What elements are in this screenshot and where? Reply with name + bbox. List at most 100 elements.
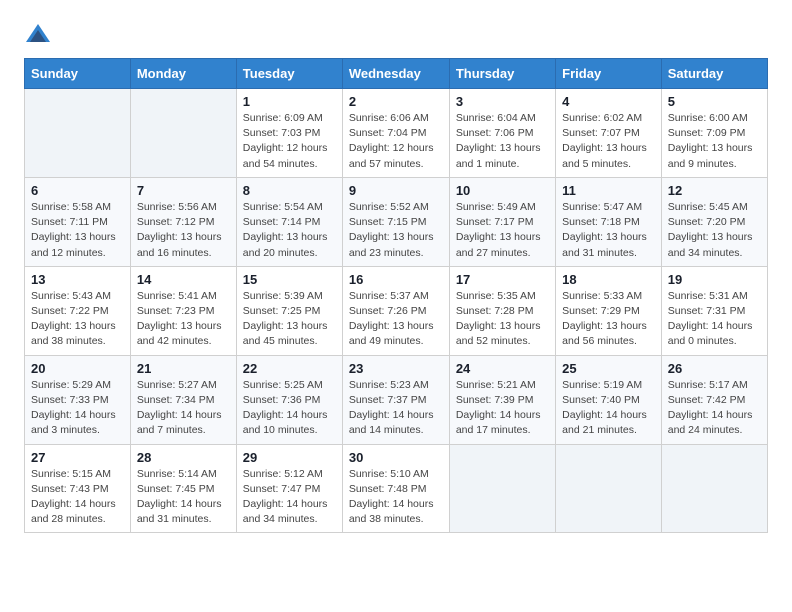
day-number: 14: [137, 272, 230, 287]
logo: [24, 20, 56, 48]
weekday-header: Thursday: [449, 59, 555, 89]
header: [24, 20, 768, 48]
day-info: Sunrise: 6:06 AM Sunset: 7:04 PM Dayligh…: [349, 111, 443, 172]
day-number: 1: [243, 94, 336, 109]
calendar-week-row: 6 Sunrise: 5:58 AM Sunset: 7:11 PM Daylig…: [25, 177, 768, 266]
calendar-cell: 14 Sunrise: 5:41 AM Sunset: 7:23 PM Dayli…: [130, 266, 236, 355]
calendar-cell: 17Sunrise: 5:35 AM Sunset: 7:28 PM Dayli…: [449, 266, 555, 355]
day-info: Sunrise: 5:49 AM Sunset: 7:17 PM Dayligh…: [456, 200, 549, 261]
calendar-cell: 5 Sunrise: 6:00 AM Sunset: 7:09 PM Daylig…: [661, 89, 767, 178]
day-number: 26: [668, 361, 761, 376]
day-number: 16: [349, 272, 443, 287]
calendar-cell: 10 Sunrise: 5:49 AM Sunset: 7:17 PM Dayli…: [449, 177, 555, 266]
calendar-cell: 23Sunrise: 5:23 AM Sunset: 7:37 PM Dayli…: [342, 355, 449, 444]
calendar-cell: 26 Sunrise: 5:17 AM Sunset: 7:42 PM Dayli…: [661, 355, 767, 444]
day-number: 13: [31, 272, 124, 287]
weekday-header: Sunday: [25, 59, 131, 89]
calendar-cell: 30 Sunrise: 5:10 AM Sunset: 7:48 PM Dayli…: [342, 444, 449, 533]
weekday-header: Saturday: [661, 59, 767, 89]
day-info: Sunrise: 5:19 AM Sunset: 7:40 PM Dayligh…: [562, 378, 655, 439]
day-info: Sunrise: 5:37 AM Sunset: 7:26 PM Dayligh…: [349, 289, 443, 350]
calendar-cell: 19 Sunrise: 5:31 AM Sunset: 7:31 PM Dayli…: [661, 266, 767, 355]
day-info: Sunrise: 5:31 AM Sunset: 7:31 PM Dayligh…: [668, 289, 761, 350]
calendar-cell: 15 Sunrise: 5:39 AM Sunset: 7:25 PM Dayli…: [236, 266, 342, 355]
day-info: Sunrise: 5:54 AM Sunset: 7:14 PM Dayligh…: [243, 200, 336, 261]
weekday-header: Friday: [556, 59, 662, 89]
calendar-cell: [661, 444, 767, 533]
day-number: 27: [31, 450, 124, 465]
day-number: 19: [668, 272, 761, 287]
day-number: 7: [137, 183, 230, 198]
calendar-header: SundayMondayTuesdayWednesdayThursdayFrid…: [25, 59, 768, 89]
calendar-cell: [449, 444, 555, 533]
day-number: 10: [456, 183, 549, 198]
day-info: Sunrise: 5:15 AM Sunset: 7:43 PM Dayligh…: [31, 467, 124, 528]
day-info: Sunrise: 5:33 AM Sunset: 7:29 PM Dayligh…: [562, 289, 655, 350]
calendar-cell: 2 Sunrise: 6:06 AM Sunset: 7:04 PM Daylig…: [342, 89, 449, 178]
day-info: Sunrise: 5:56 AM Sunset: 7:12 PM Dayligh…: [137, 200, 230, 261]
day-number: 22: [243, 361, 336, 376]
day-number: 28: [137, 450, 230, 465]
calendar-cell: [556, 444, 662, 533]
day-info: Sunrise: 6:04 AM Sunset: 7:06 PM Dayligh…: [456, 111, 549, 172]
calendar-cell: 29 Sunrise: 5:12 AM Sunset: 7:47 PM Dayli…: [236, 444, 342, 533]
day-info: Sunrise: 5:10 AM Sunset: 7:48 PM Dayligh…: [349, 467, 443, 528]
calendar-cell: 7 Sunrise: 5:56 AM Sunset: 7:12 PM Daylig…: [130, 177, 236, 266]
day-number: 30: [349, 450, 443, 465]
calendar-cell: 16 Sunrise: 5:37 AM Sunset: 7:26 PM Dayli…: [342, 266, 449, 355]
day-number: 4: [562, 94, 655, 109]
day-info: Sunrise: 5:14 AM Sunset: 7:45 PM Dayligh…: [137, 467, 230, 528]
day-info: Sunrise: 5:41 AM Sunset: 7:23 PM Dayligh…: [137, 289, 230, 350]
calendar: SundayMondayTuesdayWednesdayThursdayFrid…: [24, 58, 768, 533]
day-info: Sunrise: 5:45 AM Sunset: 7:20 PM Dayligh…: [668, 200, 761, 261]
day-info: Sunrise: 6:00 AM Sunset: 7:09 PM Dayligh…: [668, 111, 761, 172]
calendar-cell: 25 Sunrise: 5:19 AM Sunset: 7:40 PM Dayli…: [556, 355, 662, 444]
calendar-cell: 1 Sunrise: 6:09 AM Sunset: 7:03 PM Daylig…: [236, 89, 342, 178]
day-number: 9: [349, 183, 443, 198]
calendar-week-row: 1 Sunrise: 6:09 AM Sunset: 7:03 PM Daylig…: [25, 89, 768, 178]
calendar-cell: 4 Sunrise: 6:02 AM Sunset: 7:07 PM Daylig…: [556, 89, 662, 178]
day-info: Sunrise: 5:17 AM Sunset: 7:42 PM Dayligh…: [668, 378, 761, 439]
day-number: 15: [243, 272, 336, 287]
calendar-cell: 8 Sunrise: 5:54 AM Sunset: 7:14 PM Daylig…: [236, 177, 342, 266]
day-info: Sunrise: 5:39 AM Sunset: 7:25 PM Dayligh…: [243, 289, 336, 350]
day-info: Sunrise: 5:12 AM Sunset: 7:47 PM Dayligh…: [243, 467, 336, 528]
calendar-cell: [130, 89, 236, 178]
day-number: 21: [137, 361, 230, 376]
calendar-cell: 11 Sunrise: 5:47 AM Sunset: 7:18 PM Dayli…: [556, 177, 662, 266]
calendar-cell: 21Sunrise: 5:27 AM Sunset: 7:34 PM Dayli…: [130, 355, 236, 444]
day-number: 6: [31, 183, 124, 198]
calendar-week-row: 13Sunrise: 5:43 AM Sunset: 7:22 PM Dayli…: [25, 266, 768, 355]
calendar-cell: 22 Sunrise: 5:25 AM Sunset: 7:36 PM Dayli…: [236, 355, 342, 444]
day-number: 20: [31, 361, 124, 376]
day-info: Sunrise: 5:29 AM Sunset: 7:33 PM Dayligh…: [31, 378, 124, 439]
calendar-cell: 12 Sunrise: 5:45 AM Sunset: 7:20 PM Dayli…: [661, 177, 767, 266]
day-number: 25: [562, 361, 655, 376]
calendar-week-row: 20 Sunrise: 5:29 AM Sunset: 7:33 PM Dayli…: [25, 355, 768, 444]
day-number: 5: [668, 94, 761, 109]
day-number: 2: [349, 94, 443, 109]
logo-icon: [24, 20, 52, 48]
calendar-cell: 9Sunrise: 5:52 AM Sunset: 7:15 PM Daylig…: [342, 177, 449, 266]
calendar-cell: 28 Sunrise: 5:14 AM Sunset: 7:45 PM Dayli…: [130, 444, 236, 533]
day-number: 24: [456, 361, 549, 376]
day-number: 8: [243, 183, 336, 198]
weekday-row: SundayMondayTuesdayWednesdayThursdayFrid…: [25, 59, 768, 89]
calendar-cell: 27 Sunrise: 5:15 AM Sunset: 7:43 PM Dayli…: [25, 444, 131, 533]
weekday-header: Wednesday: [342, 59, 449, 89]
calendar-cell: [25, 89, 131, 178]
day-info: Sunrise: 5:35 AM Sunset: 7:28 PM Dayligh…: [456, 289, 549, 350]
day-info: Sunrise: 5:47 AM Sunset: 7:18 PM Dayligh…: [562, 200, 655, 261]
calendar-week-row: 27 Sunrise: 5:15 AM Sunset: 7:43 PM Dayli…: [25, 444, 768, 533]
day-number: 12: [668, 183, 761, 198]
calendar-cell: 6 Sunrise: 5:58 AM Sunset: 7:11 PM Daylig…: [25, 177, 131, 266]
day-number: 11: [562, 183, 655, 198]
day-number: 29: [243, 450, 336, 465]
day-info: Sunrise: 5:58 AM Sunset: 7:11 PM Dayligh…: [31, 200, 124, 261]
calendar-body: 1 Sunrise: 6:09 AM Sunset: 7:03 PM Daylig…: [25, 89, 768, 533]
day-info: Sunrise: 6:09 AM Sunset: 7:03 PM Dayligh…: [243, 111, 336, 172]
day-info: Sunrise: 5:23 AM Sunset: 7:37 PM Dayligh…: [349, 378, 443, 439]
day-info: Sunrise: 5:25 AM Sunset: 7:36 PM Dayligh…: [243, 378, 336, 439]
day-info: Sunrise: 6:02 AM Sunset: 7:07 PM Dayligh…: [562, 111, 655, 172]
calendar-cell: 13Sunrise: 5:43 AM Sunset: 7:22 PM Dayli…: [25, 266, 131, 355]
